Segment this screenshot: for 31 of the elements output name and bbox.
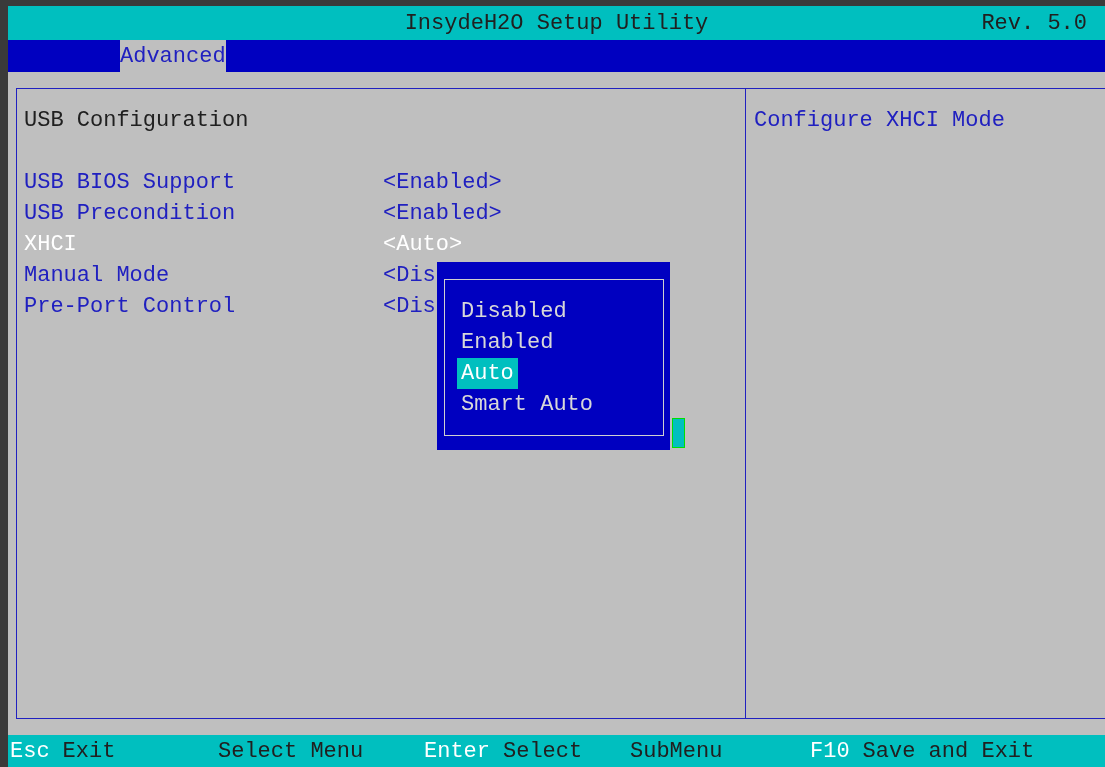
setting-label: USB BIOS Support <box>24 169 237 197</box>
key-label: F10 <box>810 737 850 766</box>
setting-value: <Enabled> <box>383 169 502 197</box>
setting-row[interactable]: USB BIOS Support <Enabled> <box>24 167 502 198</box>
setting-row[interactable]: Pre-Port Control <Dis <box>24 291 436 322</box>
setting-value: <Auto> <box>383 231 463 259</box>
key-hint: Save and Exit <box>862 737 1035 766</box>
popup-option[interactable]: Smart Auto <box>461 389 594 420</box>
setting-row[interactable]: Manual Mode <Dis <box>24 260 436 291</box>
help-text: Configure XHCI Mode <box>754 108 1005 133</box>
window-title: InsydeH2O Setup Utility <box>404 9 709 38</box>
setting-value: <Dis <box>383 262 436 290</box>
key-hint: SubMenu <box>630 737 723 766</box>
menu-tab[interactable]: Advanced <box>120 40 226 72</box>
revision-label: Rev. 5.0 <box>981 9 1087 38</box>
setting-row[interactable]: USB Precondition <Enabled> <box>24 198 502 229</box>
popup-option[interactable]: Enabled <box>461 327 554 358</box>
section-heading: USB Configuration <box>24 107 250 135</box>
key-label: Enter <box>424 737 490 766</box>
setting-label: Manual Mode <box>24 262 171 290</box>
popup-option[interactable]: Disabled <box>461 296 567 327</box>
setting-label: USB Precondition <box>24 200 237 228</box>
key-hint: Select Menu <box>218 737 364 766</box>
cursor-block <box>672 418 685 448</box>
setting-label: Pre-Port Control <box>24 293 237 321</box>
key-hint: Exit <box>62 737 116 766</box>
setting-label: XHCI <box>24 231 78 259</box>
key-hint: Select <box>503 737 583 766</box>
setting-value: <Dis <box>383 293 436 321</box>
key-label: Esc <box>10 737 50 766</box>
setting-value: <Enabled> <box>383 200 502 228</box>
